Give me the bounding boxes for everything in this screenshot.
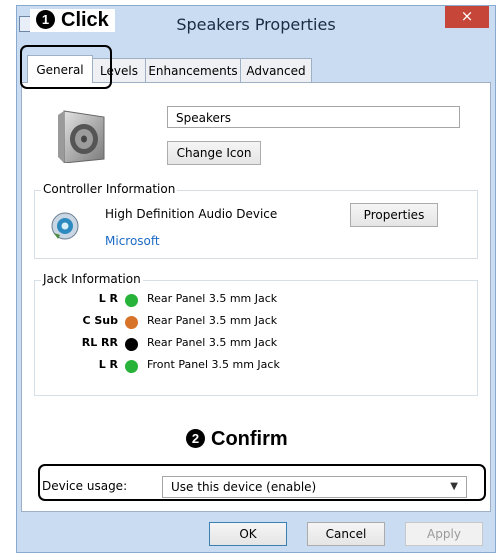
jack-color-dot-icon [125,294,138,307]
close-button[interactable]: × [445,6,489,28]
step1-badge: 1 [36,10,55,29]
tab-general[interactable]: General [27,55,93,83]
controller-info-group: Controller Information High Definition A… [34,182,478,259]
apply-button[interactable]: Apply [405,522,483,546]
jack-label: Rear Panel 3.5 mm Jack [147,292,278,305]
jack-channels: RL RR [81,336,118,349]
step1-callout: 1 Click [30,9,115,32]
step2-callout: 2 Confirm [186,428,288,451]
step2-badge: 2 [186,429,205,448]
jack-label: Rear Panel 3.5 mm Jack [147,314,278,327]
step2-text: Confirm [211,428,288,450]
step1-text: Click [61,9,109,31]
device-name-field[interactable]: Speakers [167,106,460,128]
jack-color-dot-icon [125,338,138,351]
jack-label: Front Panel 3.5 mm Jack [147,358,280,371]
jack-row: C Sub Rear Panel 3.5 mm Jack [35,314,335,332]
cancel-button[interactable]: Cancel [307,522,385,546]
step2-highlight-box [38,464,486,501]
jack-color-dot-icon [125,360,138,373]
jack-channels: C Sub [82,314,118,327]
jack-info-group: Jack Information L R Rear Panel 3.5 mm J… [34,272,478,396]
jack-row: L R Rear Panel 3.5 mm Jack [35,292,335,310]
jack-row: L R Front Panel 3.5 mm Jack [35,358,335,376]
ok-button[interactable]: OK [209,522,287,546]
controller-device-name: High Definition Audio Device [105,207,278,221]
change-icon-button[interactable]: Change Icon [167,141,261,165]
audio-device-icon [51,212,79,240]
controller-properties-button[interactable]: Properties [350,203,438,227]
tab-advanced[interactable]: Advanced [240,58,312,82]
speaker-icon [58,110,105,163]
tab-enhancements[interactable]: Enhancements [145,58,241,82]
jack-info-title: Jack Information [41,272,143,286]
jack-label: Rear Panel 3.5 mm Jack [147,336,278,349]
controller-vendor-link[interactable]: Microsoft [105,234,160,248]
jack-color-dot-icon [125,316,138,329]
controller-info-title: Controller Information [41,182,178,196]
jack-channels: L R [98,358,118,371]
jack-row: RL RR Rear Panel 3.5 mm Jack [35,336,335,354]
jack-channels: L R [98,292,118,305]
